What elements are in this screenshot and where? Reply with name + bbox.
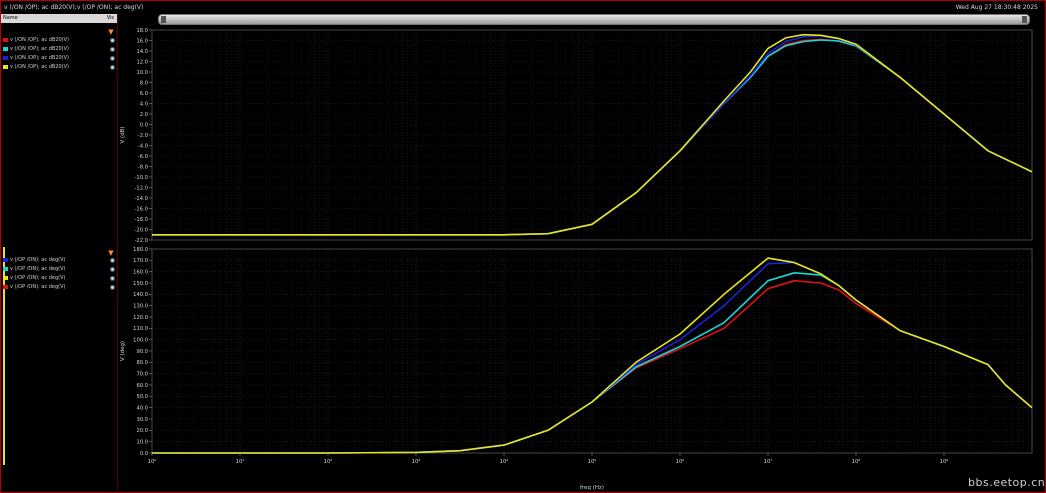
series-line-2 xyxy=(152,271,1033,454)
y-tick-label: 40.0 xyxy=(136,405,148,411)
y-axis-label: V (deg) xyxy=(120,341,126,361)
x-tick-label: 10⁰ xyxy=(148,459,157,465)
y-tick-label: -8.0 xyxy=(138,164,148,170)
y-tick-label: 150.0 xyxy=(133,281,148,287)
y-tick-label: 0.0 xyxy=(140,451,148,457)
x-tick-label: 10² xyxy=(324,459,333,465)
y-tick-label: 110.0 xyxy=(133,326,148,332)
y-tick-label: 180.0 xyxy=(133,247,148,253)
x-tick-label: 10⁹ xyxy=(940,459,949,465)
watermark: bbs.eetop.cn xyxy=(968,476,1046,489)
x-axis-label: freq (Hz) xyxy=(580,485,604,491)
y-tick-label: 70.0 xyxy=(136,371,148,377)
y-tick-label: 4.0 xyxy=(140,101,148,107)
y-tick-label: 60.0 xyxy=(136,383,148,389)
y-tick-label: 30.0 xyxy=(136,417,148,423)
y-tick-label: 140.0 xyxy=(133,292,148,298)
x-tick-label: 10⁶ xyxy=(676,459,685,465)
y-tick-label: 100.0 xyxy=(133,337,148,343)
y-tick-label: 12.0 xyxy=(136,59,148,65)
y-tick-label: -20.0 xyxy=(135,227,148,233)
y-tick-label: -22.0 xyxy=(135,238,148,244)
y-tick-label: 90.0 xyxy=(136,349,148,355)
y-tick-label: 10.0 xyxy=(136,70,148,76)
y-tick-label: 10.0 xyxy=(136,439,148,445)
y-tick-label: -14.0 xyxy=(135,196,148,202)
y-tick-label: 170.0 xyxy=(133,258,148,264)
y-tick-label: -2.0 xyxy=(138,133,148,139)
y-tick-label: 120.0 xyxy=(133,315,148,321)
x-tick-label: 10⁵ xyxy=(588,459,597,465)
y-tick-label: 20.0 xyxy=(136,428,148,434)
y-axis-label: V (dB) xyxy=(120,126,126,143)
y-tick-label: -10.0 xyxy=(135,175,148,181)
y-tick-label: 14.0 xyxy=(136,49,148,55)
y-tick-label: 16.0 xyxy=(136,38,148,44)
y-tick-label: -12.0 xyxy=(135,185,148,191)
y-tick-label: -4.0 xyxy=(138,143,148,149)
y-tick-label: 80.0 xyxy=(136,360,148,366)
y-tick-label: 18.0 xyxy=(136,28,148,34)
y-tick-label: 160.0 xyxy=(133,269,148,275)
series-line-1 xyxy=(152,38,1033,236)
x-tick-label: 10⁸ xyxy=(852,459,861,465)
x-tick-label: 10⁷ xyxy=(764,459,773,465)
x-tick-label: 10⁴ xyxy=(500,459,509,465)
x-tick-label: 10³ xyxy=(412,459,421,465)
y-tick-label: -16.0 xyxy=(135,206,148,212)
y-tick-label: 50.0 xyxy=(136,394,148,400)
y-tick-label: 2.0 xyxy=(140,112,148,118)
waveform-plot-area[interactable]: 18.0 16.0 14.0 12.0 10.0 8.0 6.0 4.0 2.0 0.0 -2.0 -… xyxy=(0,0,1046,493)
x-tick-label: 10¹ xyxy=(236,459,245,465)
y-tick-label: 8.0 xyxy=(140,80,148,86)
y-tick-label: 130.0 xyxy=(133,303,148,309)
y-tick-label: -6.0 xyxy=(138,154,148,160)
y-tick-label: -18.0 xyxy=(135,217,148,223)
y-tick-label: 0.0 xyxy=(140,122,148,128)
y-tick-label: 6.0 xyxy=(140,91,148,97)
